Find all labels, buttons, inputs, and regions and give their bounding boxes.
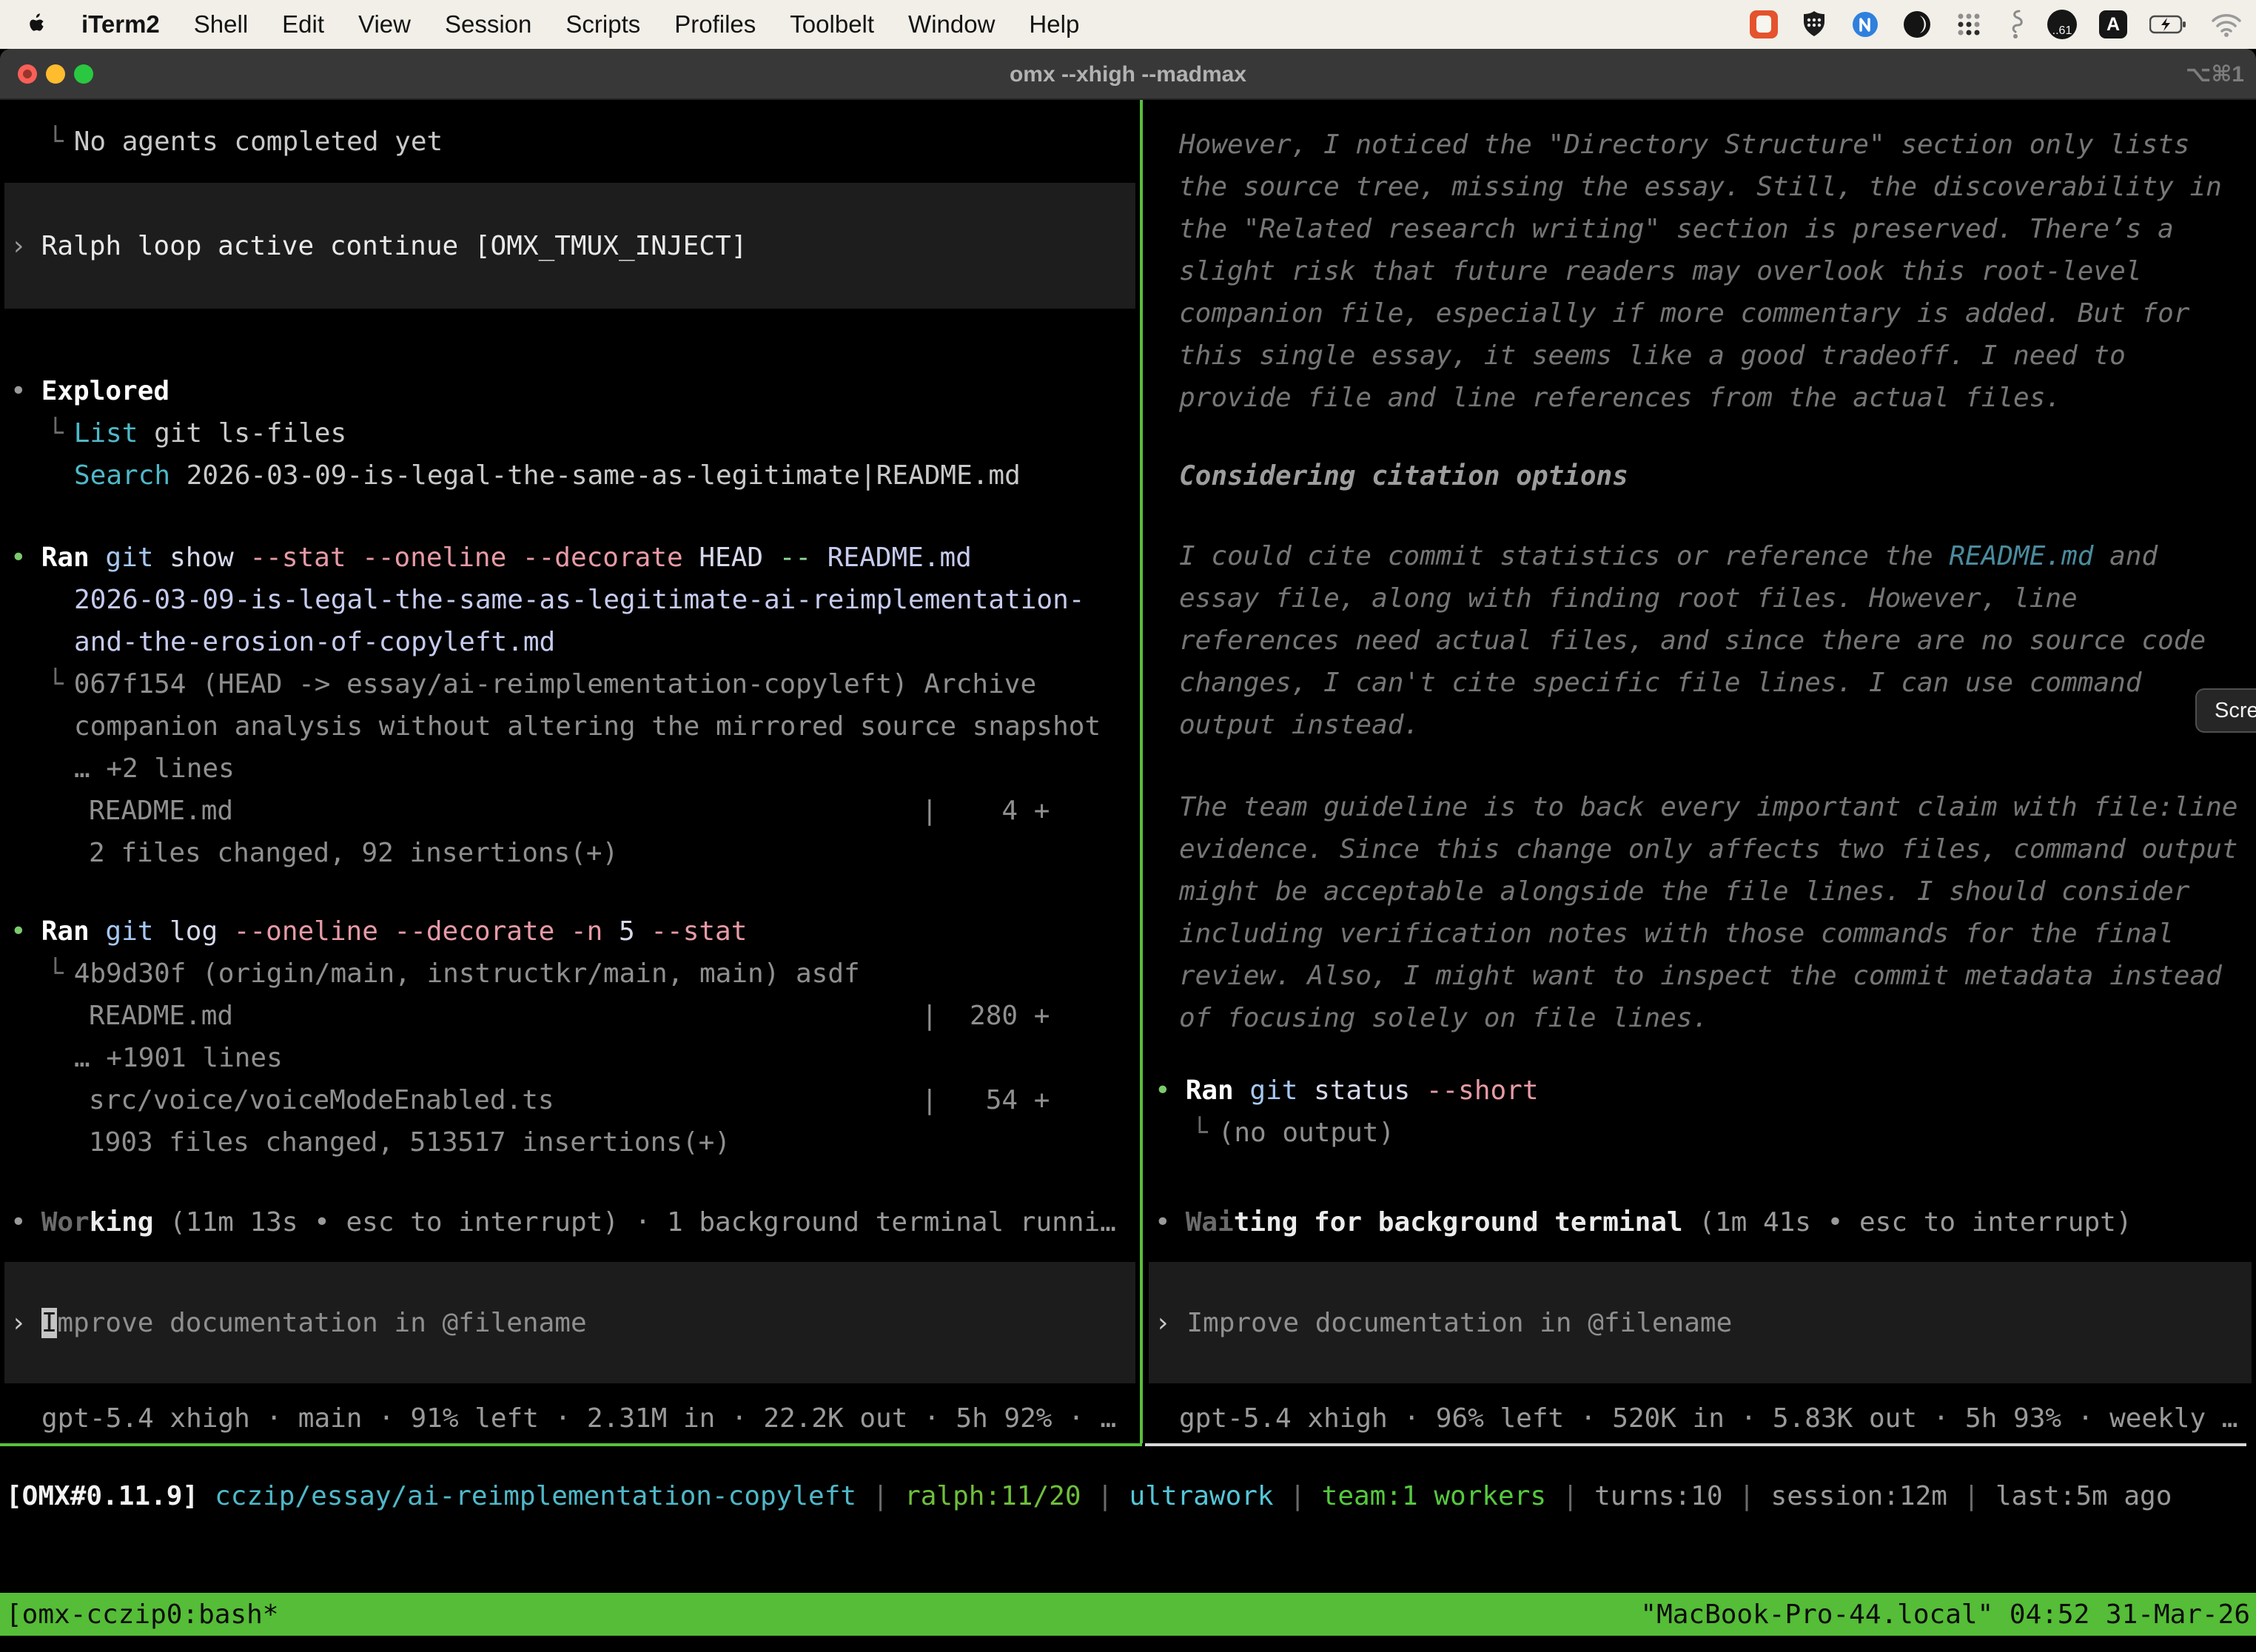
reasoning-p3-l3: might be acceptable alongside the file l… — [1179, 870, 2189, 913]
working-status-line: •Working (11m 13s • esc to interrupt) · … — [10, 1201, 1116, 1244]
reasoning-p1-l2: the source tree, missing the essay. Stil… — [1179, 166, 2222, 209]
menu-item-profiles[interactable]: Profiles — [674, 10, 756, 38]
screen-record-icon[interactable] — [1750, 10, 1778, 38]
menu-status-icons: ..61 A — [1750, 0, 2243, 49]
reasoning-p1-l5: companion file, especially if more comme… — [1179, 292, 2189, 335]
reasoning-p3-l2: evidence. Since this change only affects… — [1179, 828, 2237, 871]
apple-icon[interactable] — [25, 11, 47, 38]
ran-git-status-line: •Ran git status --short — [1155, 1070, 1539, 1112]
screen: iTerm2 Shell Edit View Session Scripts P… — [0, 0, 2256, 1652]
pane-right[interactable]: However, I noticed the "Directory Struct… — [1144, 100, 2256, 1446]
reasoning-p1-l4: slight risk that future readers may over… — [1179, 250, 2141, 293]
ran-log-stat2-row: src/voice/voiceModeEnabled.ts| 54 + — [89, 1079, 1140, 1122]
ran-show-output3: … +2 lines — [74, 748, 235, 790]
menu-item-help[interactable]: Help — [1029, 10, 1079, 38]
menu-item-scripts[interactable]: Scripts — [565, 10, 640, 38]
reasoning-p3-l5: review. Also, I might want to inspect th… — [1179, 955, 2222, 998]
waiting-status-line: •Waiting for background terminal (1m 41s… — [1155, 1201, 2132, 1244]
omx-branch-path: cczip/essay/ai-reimplementation-copyleft — [215, 1475, 856, 1518]
screen-overlay-button[interactable]: Scre — [2195, 688, 2256, 733]
prompt-input-right[interactable]: › Improve documentation in @filename — [1149, 1262, 2252, 1383]
ran-status-output: └(no output) — [1192, 1112, 1394, 1155]
pane-divider[interactable] — [1140, 100, 1143, 1443]
explored-search-line: Search 2026-03-09-is-legal-the-same-as-l… — [74, 454, 1021, 497]
ran-show-stat-row: README.md| 4 + — [89, 790, 1140, 833]
battery-icon[interactable] — [2149, 15, 2188, 34]
agents-line: └No agents completed yet — [47, 121, 443, 164]
ran-show-output1: └067f154 (HEAD -> essay/ai-reimplementat… — [47, 663, 1036, 706]
tmux-session-name: [omx-cczip0:bash* — [6, 1599, 278, 1630]
reasoning-p2-l3: references need actual files, and since … — [1179, 620, 2206, 662]
menu-item-edit[interactable]: Edit — [282, 10, 324, 38]
reasoning-p3-l4: including verification notes with those … — [1179, 913, 2174, 956]
window-shortcut: ⌥⌘1 — [2186, 49, 2244, 100]
reasoning-p2-l5: output instead. — [1179, 704, 1420, 747]
ran-log-output1: └4b9d30f (origin/main, instructkr/main, … — [47, 953, 860, 995]
reasoning-p2-l2: essay file, along with finding root file… — [1179, 577, 2078, 620]
explored-header: •Explored — [10, 370, 169, 413]
window-title: omx --xhigh --madmax — [0, 49, 2256, 100]
ran-show-output2: companion analysis without altering the … — [74, 705, 1101, 748]
pane-left[interactable]: └No agents completed yet ›Ralph loop act… — [0, 100, 1140, 1446]
terminal: └No agents completed yet ›Ralph loop act… — [0, 100, 2256, 1447]
squiggle-icon[interactable] — [2006, 9, 2025, 40]
window-title-bar: omx --xhigh --madmax ⌥⌘1 — [0, 49, 2256, 100]
team-workers: team:1 workers — [1322, 1475, 1546, 1518]
reasoning-p2-l4: changes, I can't cite specific file line… — [1179, 662, 2141, 705]
crescent-icon[interactable] — [1902, 10, 1932, 39]
mode-label: ultrawork — [1129, 1475, 1274, 1518]
reasoning-p1-l7: provide file and line references from th… — [1179, 377, 2061, 420]
ran-show-wrap1: 2026-03-09-is-legal-the-same-as-legitima… — [74, 579, 1084, 622]
ran-show-wrap2: and-the-erosion-of-copyleft.md — [74, 621, 555, 664]
blue-badge-icon[interactable] — [1850, 10, 1880, 39]
menu-item-session[interactable]: Session — [445, 10, 531, 38]
readme-link: README.md — [1949, 535, 2093, 578]
reasoning-heading: Considering citation options — [1179, 455, 1628, 498]
wifi-icon[interactable] — [2210, 12, 2243, 37]
ran-show-summary: 2 files changed, 92 insertions(+) — [89, 832, 618, 875]
menu-item-shell[interactable]: Shell — [194, 10, 248, 38]
menu-bar: iTerm2 Shell Edit View Session Scripts P… — [0, 0, 2256, 49]
inject-banner: ›Ralph loop active continue [OMX_TMUX_IN… — [4, 183, 1135, 309]
model-statusline-left: gpt-5.4 xhigh · main · 91% left · 2.31M … — [41, 1397, 1116, 1440]
tmux-status-bar: [omx-cczip0:bash* "MacBook-Pro-44.local"… — [0, 1593, 2256, 1636]
reasoning-p1-l6: this single essay, it seems like a good … — [1179, 335, 2126, 377]
ran-log-stat1-row: README.md| 280 + — [89, 995, 1140, 1038]
pane-border-bottom-left — [0, 1443, 1142, 1446]
reasoning-p1-l1: However, I noticed the "Directory Struct… — [1179, 124, 2189, 167]
menu-item-window[interactable]: Window — [908, 10, 995, 38]
ran-git-log-line: •Ran git log --oneline --decorate -n 5 -… — [10, 910, 747, 953]
reasoning-p1-l3: the "Related research writing" section i… — [1179, 208, 2174, 251]
ran-log-more: … +1901 lines — [74, 1037, 283, 1080]
prompt-input-left[interactable]: ›Improve documentation in @filename — [4, 1262, 1135, 1383]
tmux-host-clock: "MacBook-Pro-44.local" 04:52 31-Mar-26 — [1640, 1599, 2250, 1630]
reasoning-p3-l6: of focusing solely on file lines. — [1179, 997, 1708, 1040]
explored-list-line: └List git ls-files — [47, 412, 346, 455]
ran-git-show-line: •Ran git show --stat --oneline --decorat… — [10, 537, 972, 580]
text-cursor: I — [41, 1308, 58, 1338]
reasoning-p2-l1: I could cite commit statistics or refere… — [1179, 535, 2158, 578]
model-statusline-right: gpt-5.4 xhigh · 96% left · 520K in · 5.8… — [1179, 1397, 2237, 1440]
omx-version: [OMX#0.11.9] — [6, 1475, 198, 1518]
menu-item-toolbelt[interactable]: Toolbelt — [790, 10, 874, 38]
input-source-icon[interactable]: A — [2099, 10, 2127, 38]
menu-item-view[interactable]: View — [358, 10, 411, 38]
dots-grid-icon[interactable] — [1954, 10, 1984, 39]
ran-log-summary: 1903 files changed, 513517 insertions(+) — [89, 1121, 731, 1164]
omx-status-bar: [OMX#0.11.9] cczip/essay/ai-reimplementat… — [6, 1475, 2172, 1518]
turns-counter: turns:10 — [1594, 1475, 1722, 1518]
pane-border-bottom-right — [1145, 1443, 2246, 1446]
shield-icon[interactable] — [1800, 10, 1828, 39]
last-activity: last:5m ago — [1995, 1475, 2172, 1518]
session-duration: session:12m — [1771, 1475, 1947, 1518]
battery-percent-icon[interactable]: ..61 — [2047, 10, 2077, 39]
menu-left: iTerm2 Shell Edit View Session Scripts P… — [25, 10, 1079, 38]
menu-item-iterm2[interactable]: iTerm2 — [81, 10, 160, 38]
ralph-counter: ralph:11/20 — [904, 1475, 1081, 1518]
reasoning-p3-l1: The team guideline is to back every impo… — [1179, 786, 2237, 829]
